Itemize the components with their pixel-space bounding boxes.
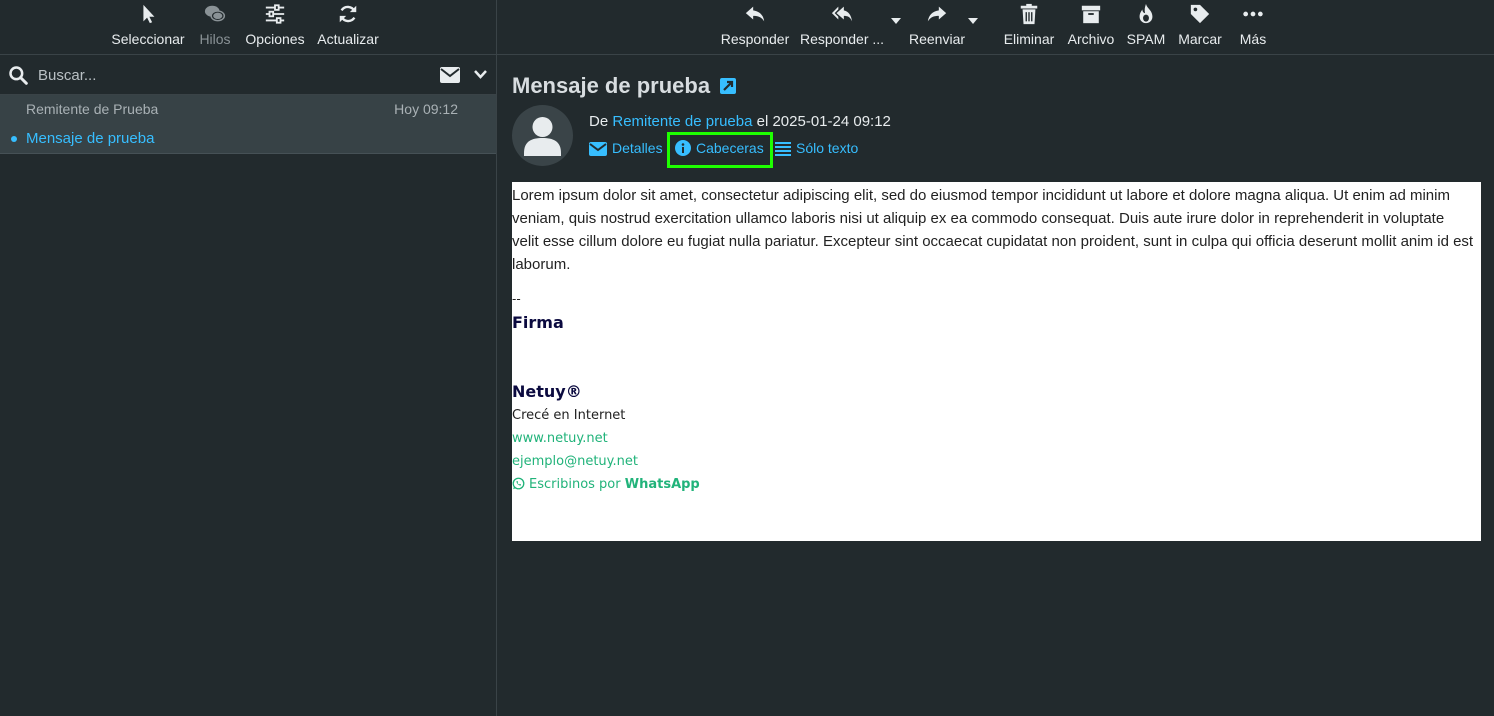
from-line: De Remitente de prueba el 2025-01-24 09:… xyxy=(589,113,891,130)
message-list-item[interactable]: Remitente de Prueba Hoy 09:12 Mensaje de… xyxy=(0,95,496,154)
message-sender: Remitente de Prueba xyxy=(26,101,159,117)
message-toolbar: Responder Responder ... Reenviar Elimina… xyxy=(497,0,1494,55)
search-icon[interactable] xyxy=(8,65,28,85)
envelope-icon[interactable] xyxy=(440,67,460,83)
chat-bubbles-icon xyxy=(204,5,226,22)
user-icon xyxy=(524,117,561,156)
chevron-down-icon[interactable] xyxy=(474,69,487,79)
plain-text-link[interactable]: Sólo texto xyxy=(775,140,858,156)
whatsapp-icon xyxy=(512,477,525,490)
envelope-icon xyxy=(589,142,607,156)
signature-brand: Netuy® xyxy=(512,382,582,401)
reply-icon xyxy=(745,6,765,22)
signature-whatsapp-link[interactable]: Escribinos por WhatsApp xyxy=(512,477,700,492)
search-bar xyxy=(0,55,496,95)
message-date: Hoy 09:12 xyxy=(394,101,458,117)
message-subject-heading: Mensaje de prueba xyxy=(512,73,737,99)
sliders-icon xyxy=(265,4,285,24)
refresh-button[interactable]: Actualizar xyxy=(315,0,381,54)
sender-link[interactable]: Remitente de prueba xyxy=(612,113,752,130)
cursor-icon xyxy=(143,4,155,24)
tag-icon xyxy=(1190,4,1210,24)
delete-button[interactable]: Eliminar xyxy=(1000,0,1058,54)
sender-avatar xyxy=(512,105,573,166)
message-subject: Mensaje de prueba xyxy=(26,130,155,147)
signature-tagline: Crecé en Internet xyxy=(512,408,626,423)
headers-link-highlight xyxy=(667,132,773,168)
more-dots-icon xyxy=(1243,11,1263,17)
forward-dropdown-icon[interactable] xyxy=(968,18,978,24)
fire-icon xyxy=(1139,3,1153,24)
threads-button[interactable]: Hilos xyxy=(195,0,235,54)
details-link[interactable]: Detalles xyxy=(589,140,663,156)
signature-email-link[interactable]: ejemplo@netuy.net xyxy=(512,454,638,469)
reply-all-icon xyxy=(831,6,853,22)
reply-all-dropdown-icon[interactable] xyxy=(891,18,901,24)
select-button[interactable]: Seleccionar xyxy=(108,0,188,54)
signature-separator: -- xyxy=(512,292,521,306)
message-body: Lorem ipsum dolor sit amet, consectetur … xyxy=(512,182,1481,541)
signature-website-link[interactable]: www.netuy.net xyxy=(512,431,608,446)
forward-button[interactable]: Reenviar xyxy=(907,0,967,54)
archive-button[interactable]: Archivo xyxy=(1064,0,1118,54)
open-external-icon[interactable] xyxy=(720,78,737,94)
archive-icon xyxy=(1081,5,1101,24)
trash-icon xyxy=(1020,3,1038,25)
message-view-panel: Responder Responder ... Reenviar Elimina… xyxy=(497,0,1494,716)
message-list-panel: Seleccionar Hilos Opciones Actualizar Re… xyxy=(0,0,497,716)
forward-icon xyxy=(927,6,947,22)
signature-title: Firma xyxy=(512,313,564,332)
unread-dot-icon xyxy=(11,136,17,142)
refresh-icon xyxy=(339,5,357,23)
more-button[interactable]: Más xyxy=(1232,0,1274,54)
options-button[interactable]: Opciones xyxy=(244,0,306,54)
message-body-text: Lorem ipsum dolor sit amet, consectetur … xyxy=(512,187,1474,273)
mark-button[interactable]: Marcar xyxy=(1176,0,1224,54)
spam-button[interactable]: SPAM xyxy=(1123,0,1169,54)
list-toolbar: Seleccionar Hilos Opciones Actualizar xyxy=(0,0,496,55)
search-input[interactable] xyxy=(36,63,420,87)
lines-icon xyxy=(775,142,791,156)
reply-button[interactable]: Responder xyxy=(720,0,790,54)
reply-all-button[interactable]: Responder ... xyxy=(800,0,884,54)
